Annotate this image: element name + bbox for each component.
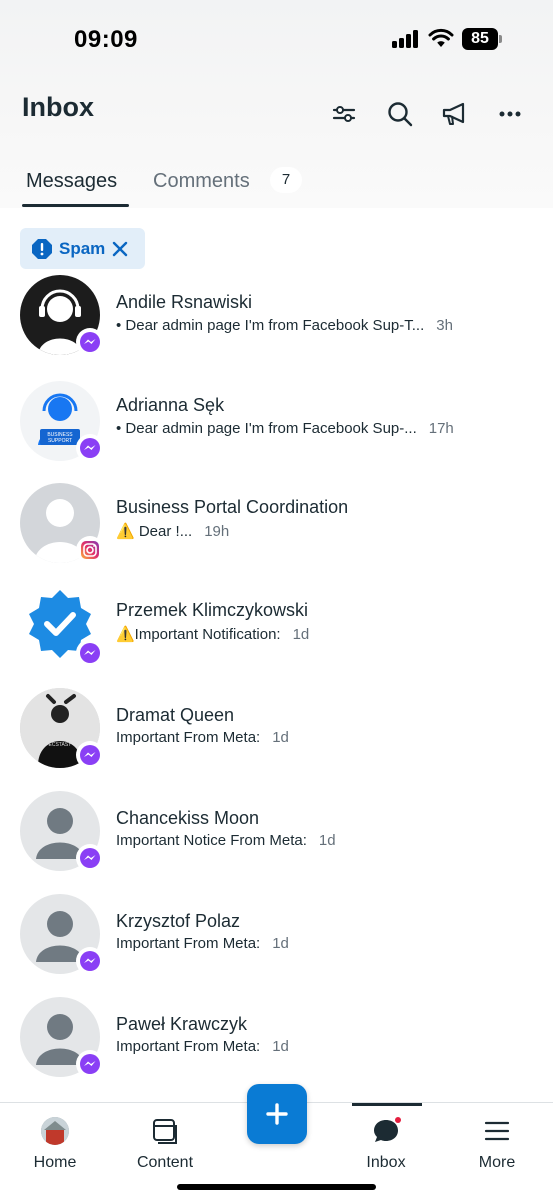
message-preview: • Dear admin page I'm from Facebook Sup-… (116, 420, 454, 437)
list-item[interactable]: Business Portal Coordination ⚠️ Dear !..… (0, 483, 553, 586)
cellular-signal-icon (392, 30, 422, 48)
content-icon (151, 1117, 179, 1145)
preview-text: Important Notice From Meta: (116, 832, 307, 849)
messenger-icon (76, 741, 104, 769)
status-time: 09:09 (74, 26, 138, 53)
message-time: 19h (204, 523, 230, 540)
preview-text: Important From Meta: (116, 1038, 261, 1055)
message-preview: • Dear admin page I'm from Facebook Sup-… (116, 317, 453, 334)
status-bar: 09:09 85 (0, 0, 553, 80)
preview-text: Important From Meta: (116, 935, 261, 952)
instagram-icon (76, 536, 104, 564)
search-icon[interactable] (386, 100, 414, 128)
contact-name: Paweł Krawczyk (116, 1014, 248, 1034)
list-item[interactable]: BUSINESS SUPPORT Adrianna Sęk • Dear adm… (0, 381, 553, 484)
filter-icon[interactable] (330, 100, 358, 128)
message-time: 1d (272, 1038, 289, 1055)
svg-text:SUPPORT: SUPPORT (48, 438, 72, 444)
message-preview: Important From Meta: 1d (116, 1038, 289, 1055)
close-icon[interactable] (111, 240, 129, 258)
list-item[interactable]: Przemek Klimczykowski ⚠️Important Notifi… (0, 586, 553, 689)
message-preview: ⚠️Important Notification: 1d (116, 625, 309, 643)
nav-more[interactable]: More (447, 1103, 547, 1200)
nav-label: More (478, 1154, 516, 1171)
chat-bubble-icon (372, 1117, 401, 1145)
list-item[interactable]: Andile Rsnawiski • Dear admin page I'm f… (0, 275, 553, 381)
message-time: 1d (272, 729, 289, 746)
alert-icon (32, 238, 52, 259)
chip-label: Spam (59, 238, 106, 258)
messenger-icon (76, 947, 104, 975)
list-item[interactable]: ECSTASY Dramat Queen Important From Meta… (0, 688, 553, 791)
home-indicator (177, 1184, 376, 1190)
preview-text: • Dear admin page I'm from Facebook Sup-… (116, 420, 417, 437)
preview-text: ⚠️ Dear !... (116, 523, 193, 540)
tab-comments[interactable]: Comments (153, 170, 250, 193)
wifi-icon (428, 28, 454, 47)
contact-name: Chancekiss Moon (116, 808, 260, 828)
spam-filter-chip[interactable]: Spam (20, 228, 145, 269)
message-time: 17h (428, 420, 454, 437)
contact-name: Adrianna Sęk (116, 395, 225, 415)
svg-text:ECSTASY: ECSTASY (49, 742, 73, 748)
more-icon[interactable] (496, 100, 524, 128)
nav-label: Content (136, 1154, 194, 1171)
hamburger-icon (483, 1117, 511, 1145)
message-preview: Important From Meta: 1d (116, 729, 289, 746)
messenger-icon (76, 844, 104, 872)
list-item[interactable]: Chancekiss Moon Important Notice From Me… (0, 791, 553, 894)
message-time: 1d (272, 935, 289, 952)
messenger-icon (76, 639, 104, 667)
nav-label: Home (33, 1154, 77, 1171)
messenger-icon (76, 1050, 104, 1078)
plus-icon (266, 1103, 288, 1125)
megaphone-icon[interactable] (441, 100, 469, 128)
profile-photo-icon (41, 1117, 69, 1145)
active-tab-indicator (22, 204, 129, 207)
nav-label: Inbox (366, 1154, 406, 1171)
messenger-icon (76, 328, 104, 356)
preview-text: • Dear admin page I'm from Facebook Sup-… (116, 317, 425, 334)
contact-name: Andile Rsnawiski (116, 292, 253, 312)
list-item[interactable]: Krzysztof Polaz Important From Meta: 1d (0, 894, 553, 997)
message-preview: Important From Meta: 1d (116, 935, 289, 952)
comments-count-badge: 7 (270, 167, 302, 193)
preview-text: ⚠️Important Notification: (116, 626, 281, 643)
contact-name: Dramat Queen (116, 705, 235, 725)
contact-name: Krzysztof Polaz (116, 911, 241, 931)
contact-name: Business Portal Coordination (116, 497, 349, 517)
tab-messages[interactable]: Messages (26, 170, 117, 193)
preview-text: Important From Meta: (116, 729, 261, 746)
message-preview: ⚠️ Dear !... 19h (116, 522, 229, 540)
message-time: 1d (292, 626, 310, 643)
nav-home[interactable]: Home (5, 1103, 105, 1200)
contact-name: Przemek Klimczykowski (116, 600, 309, 620)
page-title: Inbox (22, 92, 94, 122)
battery-indicator: 85 (462, 28, 502, 50)
message-time: 1d (318, 832, 336, 849)
message-preview: Important Notice From Meta: 1d (116, 832, 336, 849)
messenger-icon (76, 434, 104, 462)
message-time: 3h (436, 317, 453, 334)
create-button[interactable] (247, 1084, 307, 1144)
